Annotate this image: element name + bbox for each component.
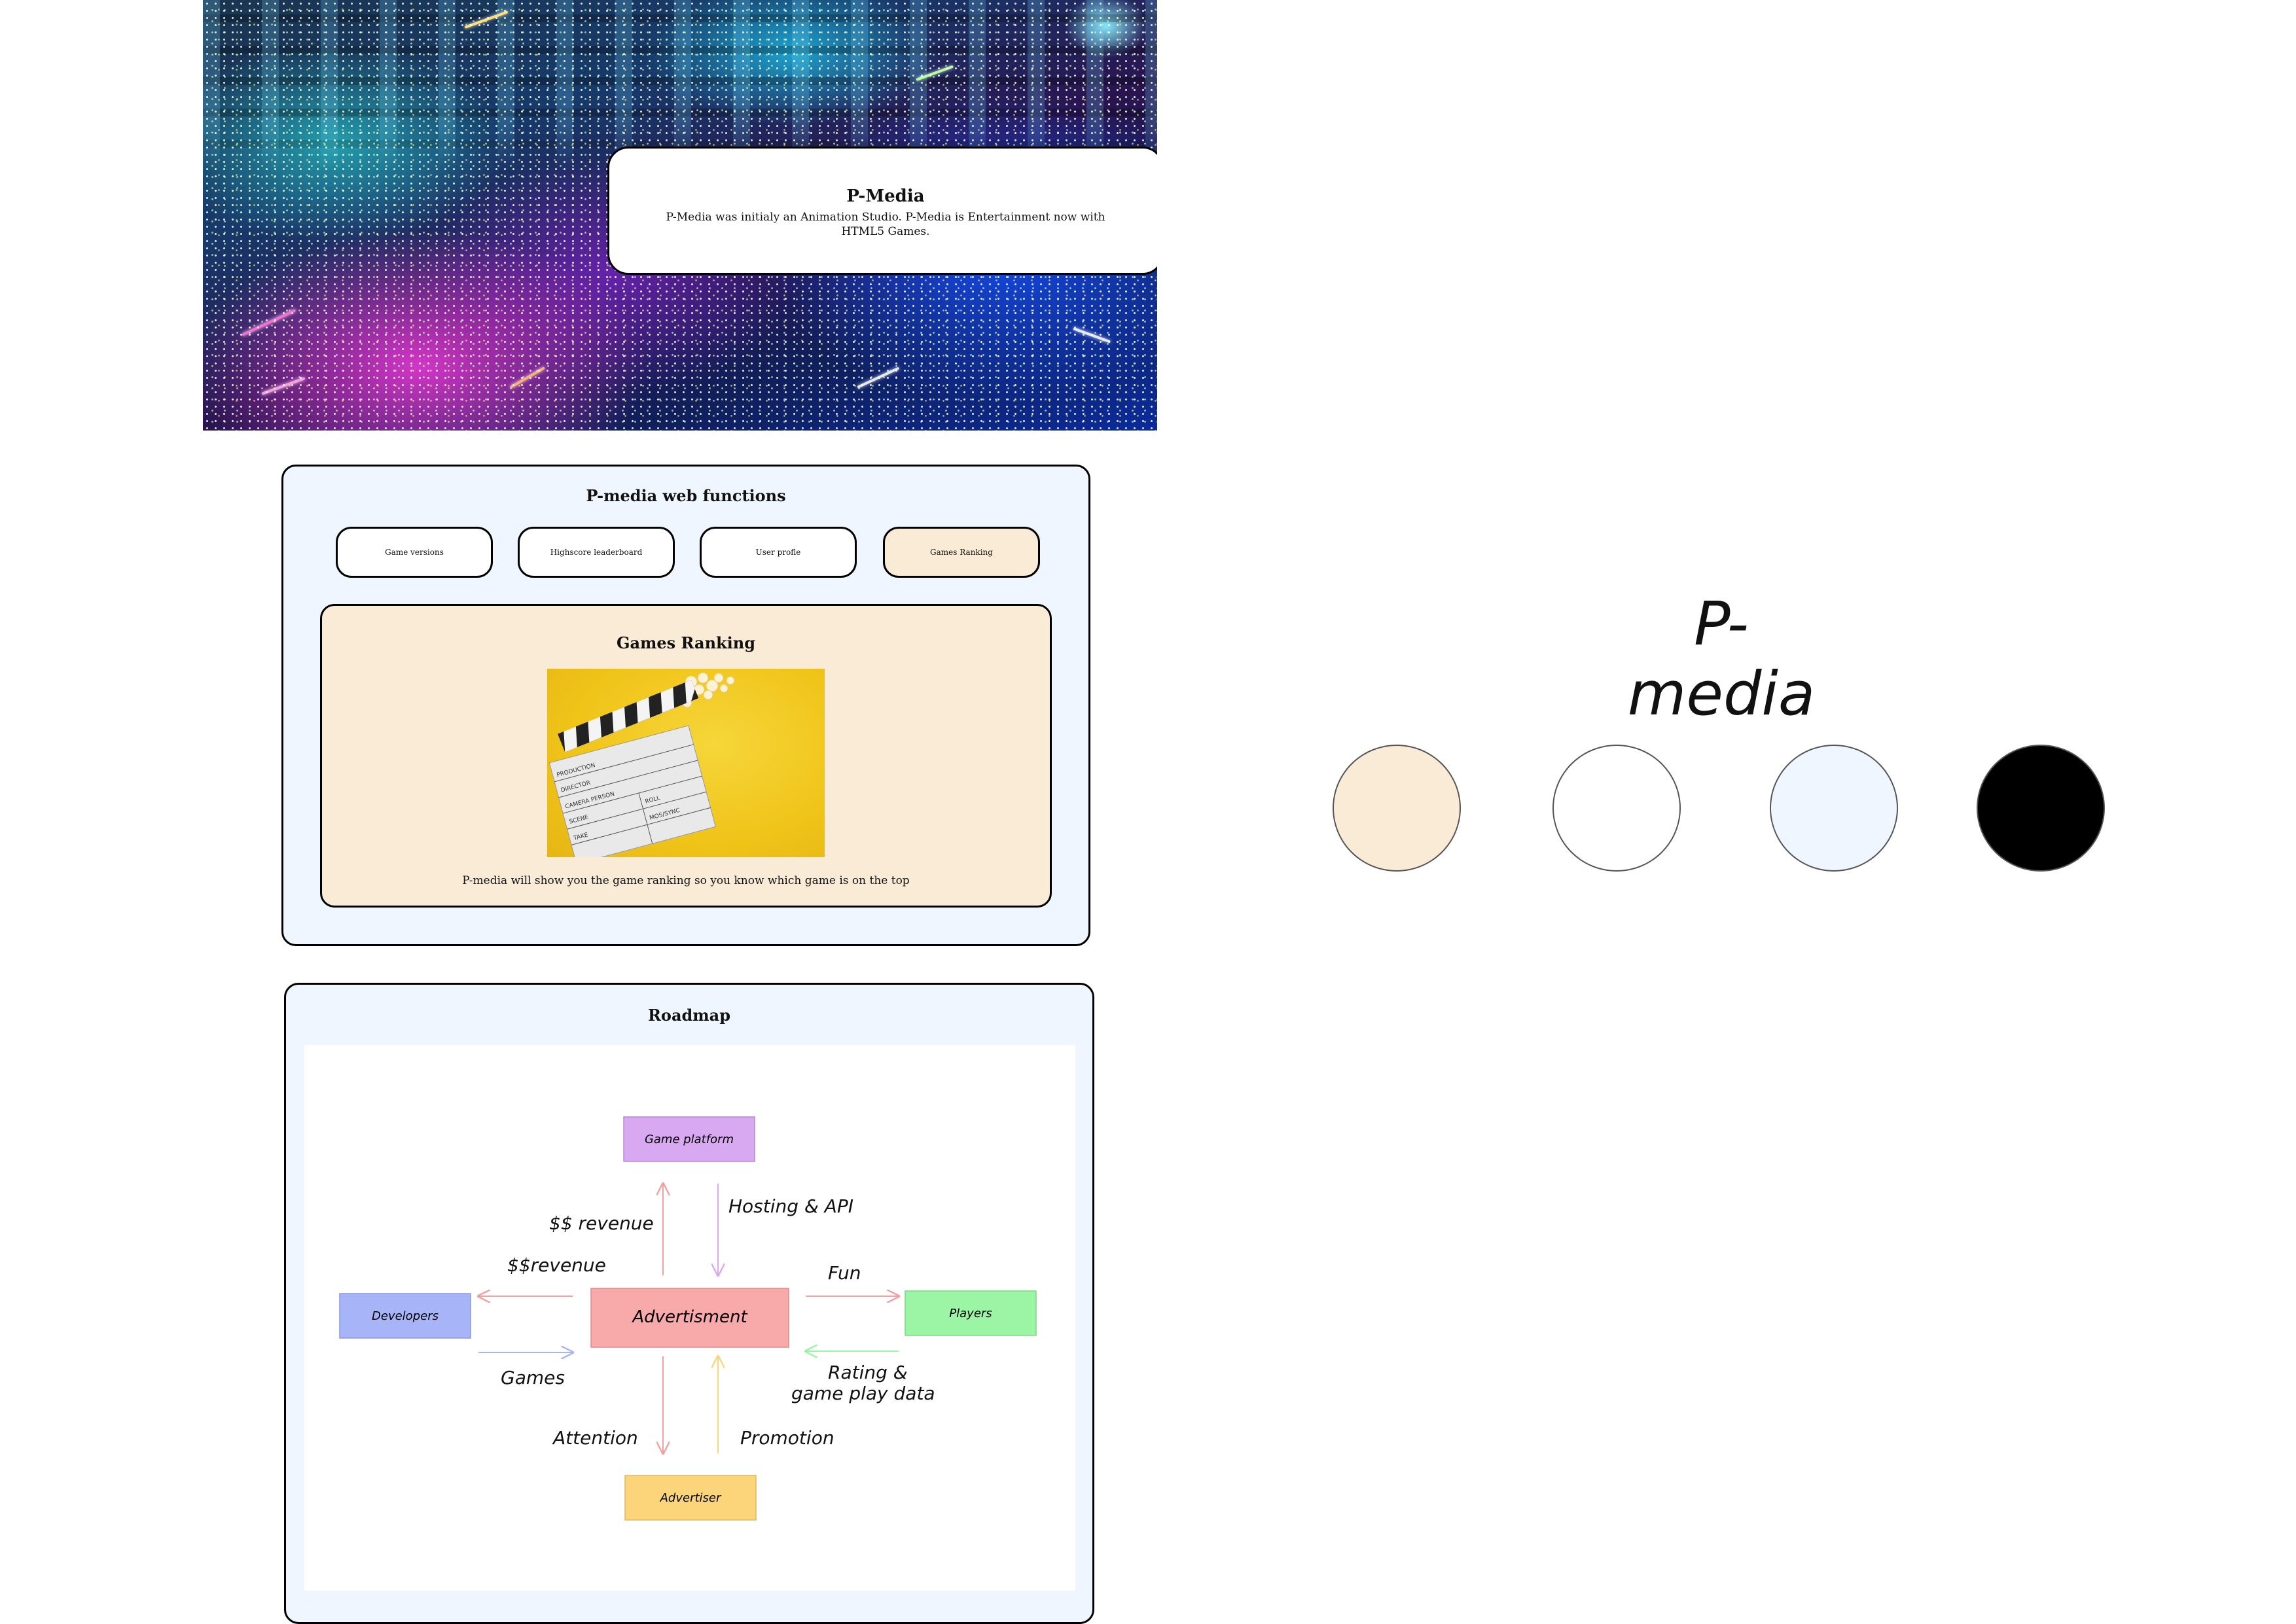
light-streak [916, 65, 954, 81]
node-advertiser-label: Advertiser [660, 1491, 722, 1505]
color-swatch-white [1552, 745, 1681, 872]
light-streak [1073, 327, 1111, 344]
games-ranking-description: P-media will show you the game ranking s… [462, 874, 910, 887]
games-ranking-button[interactable]: Games Ranking [883, 527, 1040, 578]
light-streak [857, 366, 900, 389]
roadmap-title: Roadmap [647, 1006, 730, 1025]
node-players-label: Players [949, 1307, 992, 1320]
roadmap-diagram: Game platform Developers Advertisment Pl… [304, 1045, 1075, 1591]
game-versions-button[interactable]: Game versions [336, 527, 493, 578]
color-swatch-alice-blue [1770, 745, 1898, 872]
node-advertisment[interactable]: Advertisment [590, 1288, 789, 1348]
roadmap-panel: Roadmap Game platform Developers Adverti… [284, 983, 1094, 1624]
label-hosting-api: Hosting & API [728, 1195, 853, 1217]
hero-banner: P-Media P-Media was initialy an Animatio… [203, 0, 1157, 431]
label-attention: Attention [552, 1427, 638, 1449]
node-advertiser[interactable]: Advertiser [624, 1475, 757, 1521]
web-functions-panel: P-media web functions Game versions High… [281, 465, 1090, 946]
light-streak [242, 309, 296, 336]
light-streak [510, 366, 545, 389]
node-developers-label: Developers [372, 1309, 439, 1323]
games-ranking-title: Games Ranking [616, 633, 756, 652]
label-game-play-data: game play data [791, 1383, 935, 1404]
label-rating: Rating & [828, 1362, 908, 1383]
label-games: Games [501, 1367, 565, 1388]
label-revenue-up: $$ revenue [549, 1212, 654, 1234]
light-streak [261, 377, 306, 395]
label-promotion: Promotion [740, 1427, 834, 1449]
label-fun: Fun [828, 1262, 861, 1284]
node-game-platform[interactable]: Game platform [623, 1116, 755, 1162]
label-revenue-left: $$revenue [507, 1254, 606, 1276]
color-swatch-antique-white [1333, 745, 1461, 872]
node-developers[interactable]: Developers [339, 1293, 471, 1339]
clapperboard-popcorn-image: PRODUCTION DIRECTOR CAMERA PERSON SCENE … [547, 669, 825, 857]
hero-description: P-Media was initialy an Animation Studio… [666, 211, 1105, 238]
highscore-leaderboard-button[interactable]: Highscore leaderboard [518, 527, 675, 578]
hero-title: P-Media [846, 186, 925, 206]
clapperboard-illustration: PRODUCTION DIRECTOR CAMERA PERSON SCENE … [548, 672, 735, 857]
hero-card: P-Media P-Media was initialy an Animatio… [607, 147, 1157, 275]
roadmap-svg: Game platform Developers Advertisment Pl… [339, 1116, 1037, 1521]
light-streak [464, 10, 509, 29]
brand-name: P-media [1627, 589, 1816, 729]
node-game-platform-label: Game platform [645, 1133, 734, 1146]
node-advertisment-label: Advertisment [631, 1307, 747, 1327]
functions-title: P-media web functions [586, 486, 786, 505]
node-players[interactable]: Players [905, 1290, 1037, 1336]
user-profile-button[interactable]: User profle [700, 527, 857, 578]
color-swatch-black [1977, 745, 2105, 872]
games-ranking-panel: Games Ranking PRODUCTION DIRECTOR CAMERA… [320, 604, 1052, 908]
